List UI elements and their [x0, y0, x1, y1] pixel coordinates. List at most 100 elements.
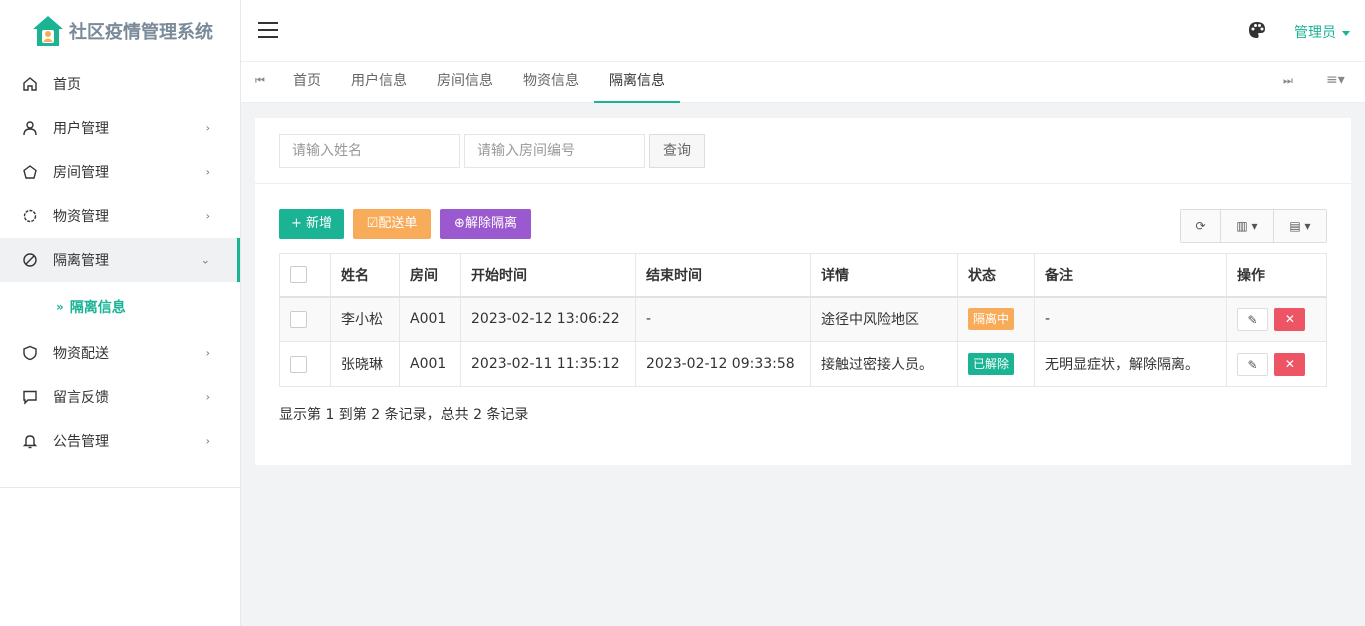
sidebar-item-supplies[interactable]: 物资管理 › — [0, 194, 240, 238]
pencil-icon: ✎ — [1247, 357, 1258, 372]
cell-room: A001 — [399, 341, 461, 387]
sidebar-item-label: 公告管理 — [53, 434, 109, 450]
distribution-button-label: 配送单 — [378, 216, 418, 231]
chevron-right-icon: › — [205, 165, 210, 179]
cell-name: 张晓琳 — [330, 341, 400, 387]
double-chevron-icon: » — [56, 299, 64, 314]
cell-detail: 接触过密接人员。 — [810, 341, 958, 387]
home-icon — [22, 76, 38, 92]
col-note[interactable]: 备注 — [1034, 253, 1227, 298]
cell-end: 2023-02-12 09:33:58 — [635, 341, 811, 387]
col-detail[interactable]: 详情 — [810, 253, 958, 298]
cell-start: 2023-02-11 11:35:12 — [460, 341, 636, 387]
gear-icon — [22, 208, 38, 224]
table-row[interactable]: 李小松 A001 2023-02-12 13:06:22 - 途径中风险地区 隔… — [279, 296, 1327, 342]
user-name: 管理员 — [1294, 25, 1336, 41]
status-badge: 隔离中 — [968, 308, 1015, 331]
page-tabs: ⏮ 首页 用户信息 房间信息 物资信息 隔离信息 ⏭ ≡▾ — [241, 62, 1365, 103]
sidebar-item-label: 首页 — [53, 77, 81, 93]
top-header: 管理员 — [241, 0, 1365, 62]
shield-icon — [22, 345, 38, 361]
col-status[interactable]: 状态 — [957, 253, 1035, 298]
table-tools: ⟳ ▥ ▾ ▤ ▾ — [1180, 209, 1327, 243]
sidebar-item-home[interactable]: 首页 — [0, 62, 240, 106]
pencil-icon: ✎ — [1247, 312, 1258, 327]
close-icon: ✕ — [1284, 311, 1295, 326]
sidebar-item-label: 用户管理 — [53, 121, 109, 137]
sidebar-subitem-label: 隔离信息 — [69, 299, 126, 316]
release-isolation-button[interactable]: ⊕解除隔离 — [440, 209, 531, 239]
room-search-input[interactable]: 请输入房间编号 — [464, 134, 645, 168]
select-all-checkbox[interactable] — [290, 266, 307, 284]
caret-down-icon — [1342, 30, 1350, 36]
search-bar: 请输入姓名 请输入房间编号 查询 — [255, 118, 1351, 184]
user-menu[interactable]: 管理员 — [1294, 22, 1350, 42]
delete-button[interactable]: ✕ — [1274, 352, 1306, 376]
sidebar: 社区疫情管理系统 首页 用户管理 › 房间管理 › 物资管理 › 隔离管理 ⌄ … — [0, 0, 241, 626]
palette-icon[interactable] — [1248, 21, 1266, 39]
add-button[interactable]: + 新增 — [279, 209, 344, 239]
delete-button[interactable]: ✕ — [1274, 307, 1306, 331]
bell-icon — [22, 433, 38, 449]
cell-start: 2023-02-12 13:06:22 — [460, 296, 636, 342]
sidebar-item-notices[interactable]: 公告管理 › — [0, 419, 240, 463]
app-title: 社区疫情管理系统 — [69, 22, 213, 43]
cell-status: 已解除 — [957, 341, 1035, 387]
chevron-down-icon: ⌄ — [200, 253, 210, 267]
distribution-button[interactable]: ☑配送单 — [353, 209, 431, 239]
chevron-right-icon: › — [205, 346, 210, 360]
tab-room-info[interactable]: 房间信息 — [437, 62, 493, 103]
col-end-time[interactable]: 结束时间 — [635, 253, 811, 298]
cell-end: - — [635, 296, 811, 342]
cell-actions: ✎ ✕ — [1226, 296, 1327, 342]
col-name[interactable]: 姓名 — [330, 253, 400, 298]
col-room[interactable]: 房间 — [399, 253, 461, 298]
table-row[interactable]: 张晓琳 A001 2023-02-11 11:35:12 2023-02-12 … — [279, 341, 1327, 387]
sidebar-item-rooms[interactable]: 房间管理 › — [0, 150, 240, 194]
cell-name: 李小松 — [330, 296, 400, 342]
sidebar-divider — [0, 487, 240, 488]
tab-isolation-info[interactable]: 隔离信息 — [594, 62, 680, 103]
export-icon[interactable]: ▤ ▾ — [1274, 210, 1326, 242]
menu-toggle-icon[interactable] — [258, 22, 278, 39]
content-card: 请输入姓名 请输入房间编号 查询 + 新增 ☑配送单 ⊕解除隔离 ⟳ ▥ ▾ ▤… — [255, 118, 1351, 465]
chevron-right-icon: › — [205, 209, 210, 223]
sidebar-subitem-isolation-info[interactable]: » 隔离信息 — [0, 282, 240, 331]
circle-dot-icon: ⊕ — [454, 216, 465, 231]
col-start-time[interactable]: 开始时间 — [460, 253, 636, 298]
sidebar-item-label: 物资管理 — [53, 209, 109, 225]
row-checkbox[interactable] — [290, 310, 307, 328]
tab-user-info[interactable]: 用户信息 — [351, 62, 407, 103]
sidebar-menu: 首页 用户管理 › 房间管理 › 物资管理 › 隔离管理 ⌄ » 隔离信息 物资… — [0, 62, 240, 463]
cell-note: 无明显症状，解除隔离。 — [1034, 341, 1227, 387]
sidebar-item-isolation[interactable]: 隔离管理 ⌄ — [0, 238, 240, 282]
cell-status: 隔离中 — [957, 296, 1035, 342]
logo[interactable]: 社区疫情管理系统 — [0, 0, 240, 62]
col-actions: 操作 — [1226, 253, 1327, 298]
sidebar-item-label: 留言反馈 — [53, 390, 109, 406]
tab-supply-info[interactable]: 物资信息 — [523, 62, 579, 103]
pagination-info: 显示第 1 到第 2 条记录，总共 2 条记录 — [279, 407, 529, 423]
cell-actions: ✎ ✕ — [1226, 341, 1327, 387]
tab-options-icon[interactable]: ≡▾ — [1326, 72, 1345, 88]
sidebar-item-users[interactable]: 用户管理 › — [0, 106, 240, 150]
table-header-row: 姓名 房间 开始时间 结束时间 详情 状态 备注 操作 — [279, 253, 1327, 298]
pentagon-icon — [22, 164, 38, 180]
sidebar-item-feedback[interactable]: 留言反馈 › — [0, 375, 240, 419]
chevron-right-icon: › — [205, 121, 210, 135]
user-icon — [22, 120, 38, 136]
refresh-icon[interactable]: ⟳ — [1181, 210, 1221, 242]
edit-square-icon: ☑ — [366, 216, 379, 231]
columns-toggle-icon[interactable]: ▥ ▾ — [1221, 210, 1274, 242]
tab-home[interactable]: 首页 — [293, 62, 321, 103]
cell-note: - — [1034, 296, 1227, 342]
close-icon: ✕ — [1284, 356, 1295, 371]
query-button[interactable]: 查询 — [649, 134, 705, 168]
sidebar-item-delivery[interactable]: 物资配送 › — [0, 331, 240, 375]
edit-button[interactable]: ✎ — [1237, 352, 1268, 376]
edit-button[interactable]: ✎ — [1237, 307, 1268, 331]
tab-scroll-right-icon[interactable]: ⏭ — [1283, 74, 1293, 88]
name-search-input[interactable]: 请输入姓名 — [279, 134, 460, 168]
row-checkbox[interactable] — [290, 355, 307, 373]
tab-scroll-left-icon[interactable]: ⏮ — [255, 74, 265, 88]
